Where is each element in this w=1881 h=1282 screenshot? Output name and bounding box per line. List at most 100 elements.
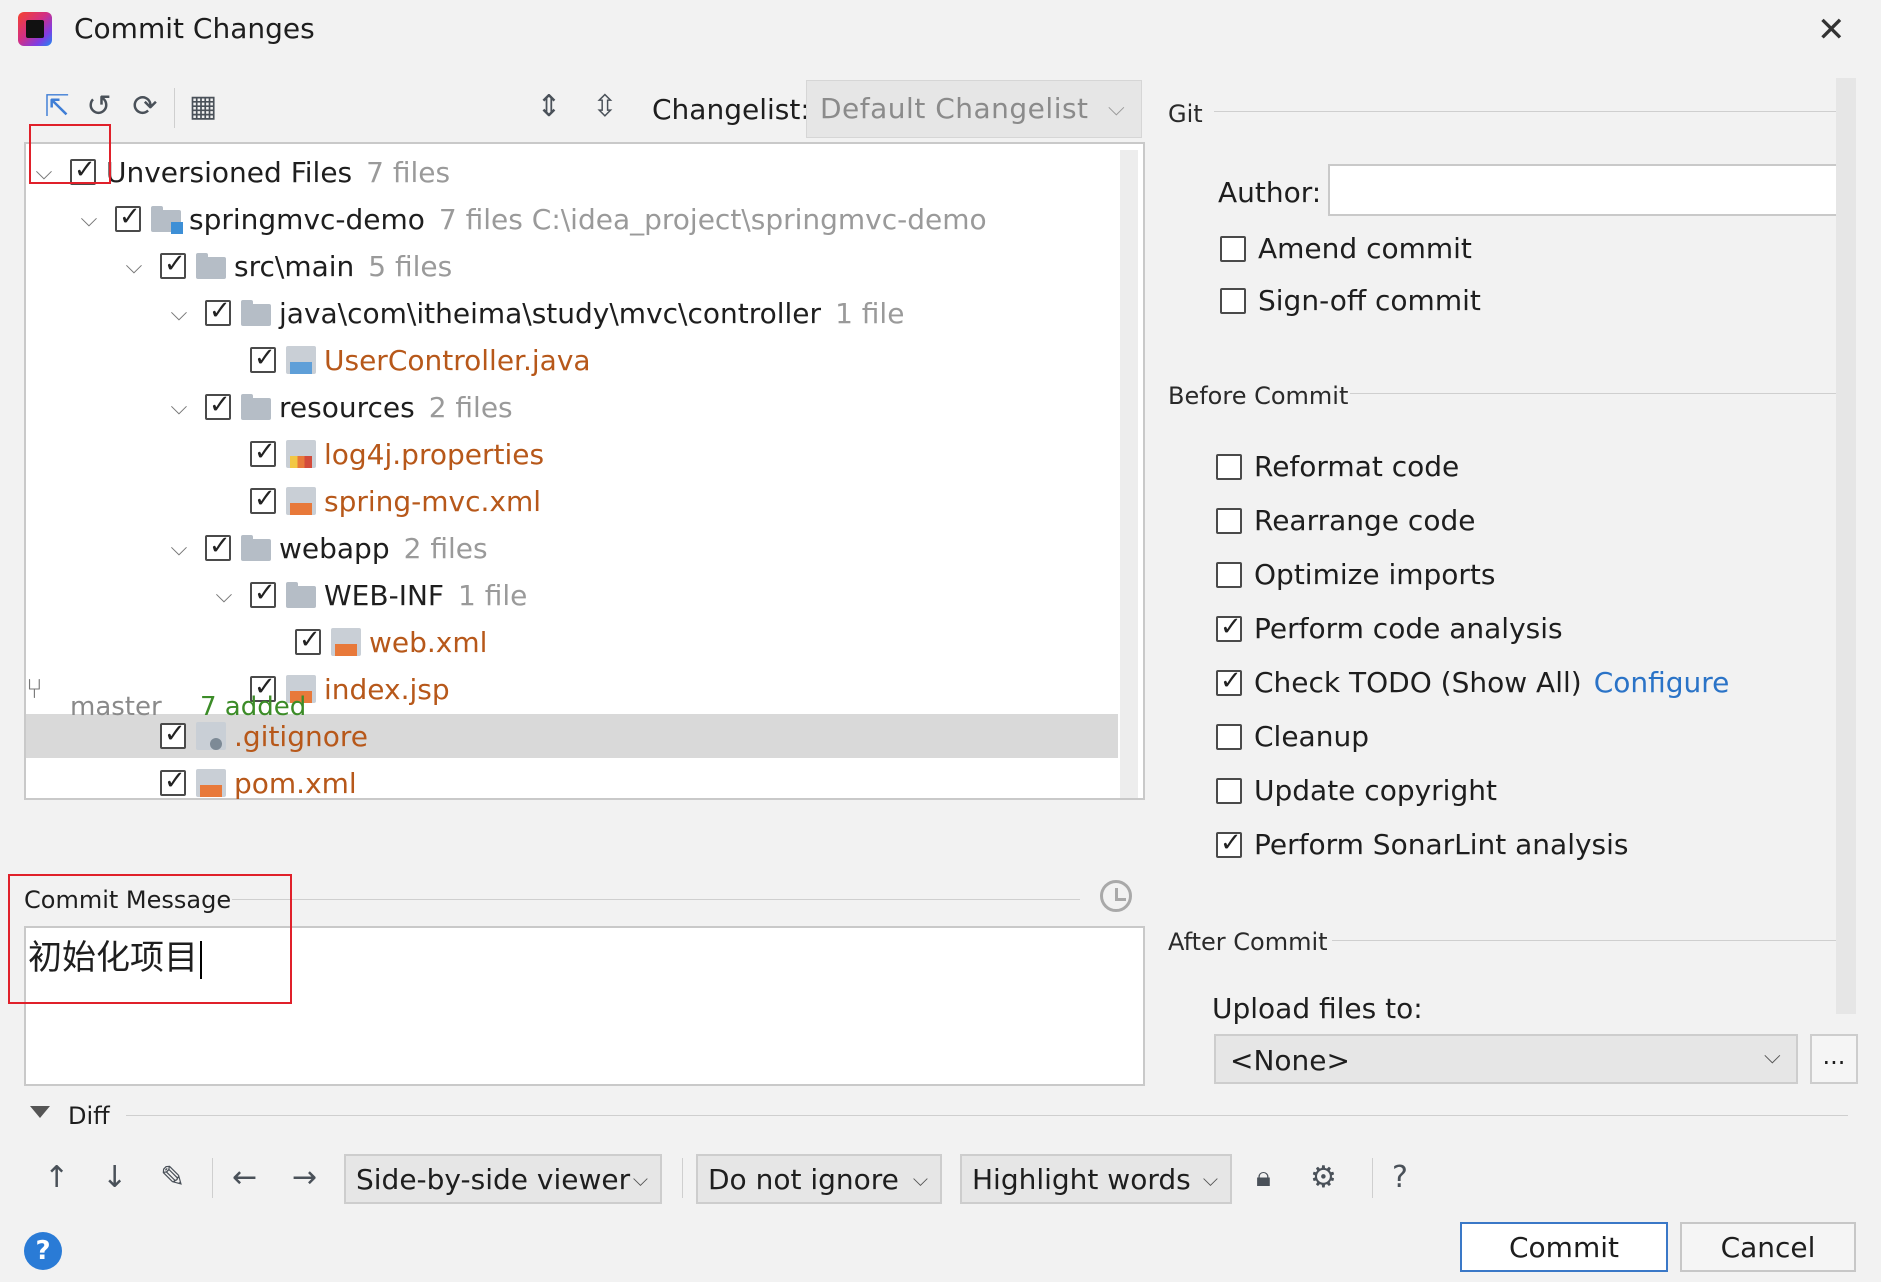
gitignore-file-icon: [196, 722, 226, 750]
before-commit-label: Rearrange code: [1254, 504, 1476, 537]
cancel-button[interactable]: Cancel: [1680, 1222, 1856, 1272]
tree-row-checkbox[interactable]: [205, 296, 231, 326]
folder-icon: [286, 582, 316, 608]
before-commit-label: Perform SonarLint analysis: [1254, 828, 1629, 861]
tree-row-checkbox[interactable]: [205, 390, 231, 420]
signoff-commit-checkbox[interactable]: [1220, 287, 1246, 314]
before-commit-checkbox[interactable]: [1216, 723, 1242, 750]
tree-row[interactable]: ⌵pom.xml: [26, 761, 1118, 805]
tree-row-checkbox[interactable]: [205, 531, 231, 561]
close-icon[interactable]: ✕: [1817, 10, 1846, 50]
rollback-icon[interactable]: ↺: [82, 90, 116, 124]
before-commit-checkbox[interactable]: [1216, 561, 1242, 588]
tree-row-meta: 7 files C:\idea_project\springmvc-demo: [438, 202, 987, 236]
collapse-all-icon[interactable]: ⇳: [588, 90, 622, 124]
gear-icon[interactable]: ⚙: [1310, 1160, 1337, 1195]
group-by-icon[interactable]: ▦: [186, 90, 220, 124]
before-commit-option[interactable]: Perform SonarLint analysis: [1216, 828, 1629, 861]
tree-row-meta: 7 files: [366, 155, 451, 189]
ignore-whitespace-value: Do not ignore: [708, 1162, 899, 1196]
tree-row-label: resources: [279, 390, 415, 424]
tree-row[interactable]: ⌵index.jsp: [26, 667, 1118, 711]
diff-label[interactable]: Diff: [68, 1102, 110, 1130]
tree-row[interactable]: ⌵.gitignore: [26, 714, 1118, 758]
highlight-mode-value: Highlight words: [972, 1162, 1191, 1196]
lock-icon[interactable]: 🔒︎: [1256, 1160, 1271, 1194]
tree-row-checkbox[interactable]: [250, 343, 276, 373]
annotation-highlight-box: [29, 124, 111, 184]
help-button[interactable]: ?: [24, 1232, 62, 1270]
commit-button[interactable]: Commit: [1460, 1222, 1668, 1272]
tree-row[interactable]: ⌵web.xml: [26, 620, 1118, 664]
tree-row[interactable]: ⌵ src\main 5 files: [26, 244, 1118, 288]
refresh-icon[interactable]: ⟳: [128, 90, 162, 124]
ignore-whitespace-dropdown[interactable]: Do not ignore ⌵: [696, 1154, 942, 1204]
before-commit-option[interactable]: Perform code analysis: [1216, 612, 1563, 645]
tree-row[interactable]: ⌵ WEB-INF 1 file: [26, 573, 1118, 617]
previous-file-icon[interactable]: ←: [232, 1160, 257, 1195]
before-commit-option[interactable]: Rearrange code: [1216, 504, 1475, 537]
tree-row[interactable]: ⌵log4j.properties: [26, 432, 1118, 476]
tree-row-checkbox[interactable]: [160, 766, 186, 796]
browse-button[interactable]: ...: [1810, 1034, 1858, 1084]
expand-chevron-icon[interactable]: ⌵: [167, 301, 191, 326]
configure-link[interactable]: Configure: [1594, 666, 1730, 699]
tree-row-checkbox[interactable]: [250, 437, 276, 467]
show-diff-icon[interactable]: ⇱: [40, 90, 74, 124]
collapse-triangle-icon[interactable]: [30, 1106, 50, 1118]
before-commit-option[interactable]: Reformat code: [1216, 450, 1459, 483]
expand-chevron-icon[interactable]: ⌵: [77, 207, 101, 232]
author-input[interactable]: [1328, 164, 1852, 216]
history-icon[interactable]: [1100, 880, 1132, 912]
help-icon[interactable]: ?: [1392, 1160, 1408, 1195]
edit-source-icon[interactable]: ✎: [160, 1160, 185, 1195]
expand-chevron-icon[interactable]: ⌵: [167, 536, 191, 561]
tree-row-label: java\com\itheima\study\mvc\controller: [279, 296, 822, 330]
tree-row-checkbox[interactable]: [250, 484, 276, 514]
options-scrollbar[interactable]: [1836, 78, 1856, 1014]
tree-row[interactable]: ⌵ resources 2 files: [26, 385, 1118, 429]
tree-row[interactable]: ⌵Unversioned Files7 files: [26, 150, 1118, 194]
expand-chevron-icon[interactable]: ⌵: [122, 254, 146, 279]
tree-row-meta: 2 files: [403, 531, 488, 565]
before-commit-option[interactable]: Cleanup: [1216, 720, 1369, 753]
amend-commit-checkbox[interactable]: [1220, 235, 1246, 262]
viewer-mode-dropdown[interactable]: Side-by-side viewer ⌵: [344, 1154, 662, 1204]
tree-row[interactable]: ⌵ springmvc-demo 7 files C:\idea_project\s…: [26, 197, 1118, 241]
tree-row[interactable]: ⌵ java\com\itheima\study\mvc\controller 1 …: [26, 291, 1118, 335]
tree-row[interactable]: ⌵UserController.java: [26, 338, 1118, 382]
tree-row-label: web.xml: [369, 625, 488, 659]
before-commit-option[interactable]: Update copyright: [1216, 774, 1497, 807]
tree-scrollbar[interactable]: [1120, 150, 1138, 798]
tree-row-checkbox[interactable]: [160, 249, 186, 279]
tree-row[interactable]: ⌵spring-mvc.xml: [26, 479, 1118, 523]
tree-row[interactable]: ⌵ webapp 2 files: [26, 526, 1118, 570]
before-commit-option[interactable]: Optimize imports: [1216, 558, 1496, 591]
diff-separator: [126, 1115, 1848, 1116]
before-commit-checkbox[interactable]: [1216, 612, 1242, 642]
amend-commit-option[interactable]: Amend commit: [1220, 232, 1472, 265]
before-commit-checkbox[interactable]: [1216, 828, 1242, 858]
amend-commit-label: Amend commit: [1258, 232, 1472, 265]
expand-chevron-icon[interactable]: ⌵: [212, 583, 236, 608]
signoff-commit-option[interactable]: Sign-off commit: [1220, 284, 1481, 317]
after-commit-title: After Commit: [1168, 928, 1328, 956]
before-commit-checkbox[interactable]: [1216, 777, 1242, 804]
tree-row-checkbox[interactable]: [160, 719, 186, 749]
before-commit-checkbox[interactable]: [1216, 507, 1242, 534]
upload-files-label: Upload files to:: [1212, 992, 1423, 1025]
tree-row-checkbox[interactable]: [250, 578, 276, 608]
next-difference-icon[interactable]: ↓: [102, 1160, 127, 1195]
previous-difference-icon[interactable]: ↑: [44, 1160, 69, 1195]
before-commit-option[interactable]: Check TODO (Show All) Configure: [1216, 666, 1729, 699]
before-commit-checkbox[interactable]: [1216, 453, 1242, 480]
tree-row-label: log4j.properties: [324, 437, 545, 471]
tree-row-checkbox[interactable]: [295, 625, 321, 655]
expand-chevron-icon[interactable]: ⌵: [167, 395, 191, 420]
expand-all-icon[interactable]: ⇕: [532, 90, 566, 124]
properties-file-icon: [286, 440, 316, 468]
tree-row-checkbox[interactable]: [115, 202, 141, 232]
before-commit-checkbox[interactable]: [1216, 666, 1242, 696]
next-file-icon[interactable]: →: [292, 1160, 317, 1195]
highlight-mode-dropdown[interactable]: Highlight words ⌵: [960, 1154, 1232, 1204]
